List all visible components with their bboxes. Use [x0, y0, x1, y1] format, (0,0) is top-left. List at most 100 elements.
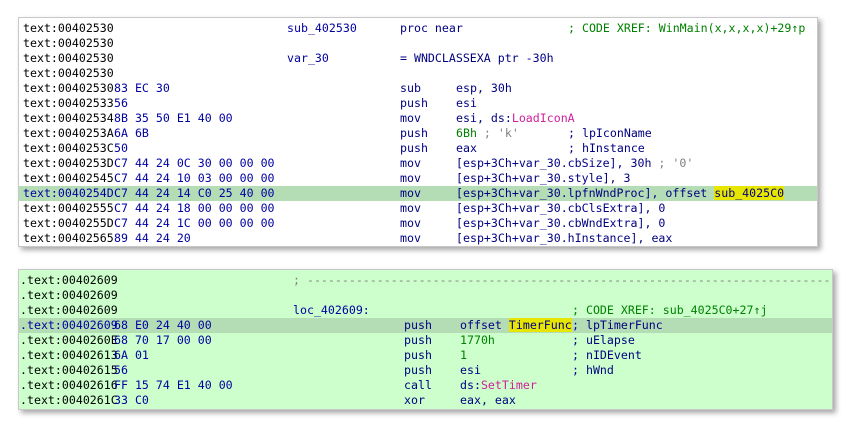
address: .text:0040260E — [20, 333, 118, 347]
address: text:00402534 — [23, 111, 114, 125]
opcode-bytes: 6A 6B — [114, 126, 149, 140]
operand-text: 6Bh — [456, 126, 477, 140]
opcode-bytes: 89 44 24 20 — [114, 231, 191, 245]
label[interactable]: sub_402530 — [287, 21, 357, 36]
disasm-line[interactable]: .text:00402609 — [19, 288, 832, 303]
disasm-line[interactable]: text:0040255D C7 44 24 1C 00 00 00 00 mov [… — [19, 216, 817, 231]
disassembly-panel-bottom[interactable]: .text:00402609 ; ------------------------… — [18, 269, 833, 410]
disasm-line[interactable]: text:00402545 C7 44 24 10 03 00 00 00 mov [… — [19, 171, 817, 186]
disasm-line[interactable]: text:0040253C 50 push eax ; hInstance — [19, 141, 817, 156]
operands[interactable]: eax — [456, 141, 477, 156]
operands[interactable]: 1 — [460, 348, 467, 363]
disasm-line[interactable]: text:00402530 83 EC 30 sub esp, 30h — [19, 81, 817, 96]
operand-text: offset — [460, 318, 509, 332]
label[interactable]: var_30 — [287, 51, 329, 66]
address: text:00402530 — [23, 81, 114, 95]
mnemonic: push — [404, 363, 432, 377]
import-name[interactable]: LoadIconA — [512, 111, 575, 125]
address: text:00402555 — [23, 201, 114, 215]
address: .text:00402609 — [20, 303, 118, 317]
operand-text: 1770h — [460, 333, 495, 347]
disassembly-panel-top[interactable]: text:00402530 sub_402530 proc near ; CODE X… — [18, 17, 818, 247]
opcode-bytes: C7 44 24 14 C0 25 40 00 — [114, 186, 275, 200]
address: text:00402530 — [23, 21, 114, 35]
disasm-line[interactable]: text:0040254D C7 44 24 14 C0 25 40 00 mov [… — [19, 186, 817, 201]
label[interactable]: loc_402609: — [293, 303, 370, 318]
operands[interactable]: [esp+3Ch+var_30.hInstance], eax — [456, 231, 672, 246]
operand-text: [esp+3Ch+var_30.cbSize], 30h — [456, 156, 652, 170]
opcode-bytes: C7 44 24 1C 00 00 00 00 — [114, 216, 275, 230]
opcode-bytes: C7 44 24 18 00 00 00 00 — [114, 201, 275, 215]
disasm-line[interactable]: .text:00402609 68 E0 24 40 00 push offset T… — [19, 318, 832, 333]
address: text:00402533 — [23, 96, 114, 110]
inline-comment: ; 'k' — [476, 126, 519, 140]
operands[interactable]: offset TimerFunc — [460, 318, 572, 333]
operands[interactable]: [esp+3Ch+var_30.style], 3 — [456, 171, 631, 186]
address: .text:00402609 — [20, 288, 118, 302]
import-name[interactable]: SetTimer — [481, 378, 537, 392]
mnemonic: push — [404, 333, 432, 347]
operand-text: [esp+3Ch+var_30.lpfnWndProc], offset — [456, 186, 715, 200]
operand-text: esp, 30h — [456, 81, 512, 95]
disasm-line[interactable]: .text:00402615 56 push esi ; hWnd — [19, 363, 832, 378]
highlighted-identifier[interactable]: TimerFunc — [508, 318, 572, 332]
inline-comment: ; '0' — [651, 156, 694, 170]
operand-text: [esp+3Ch+var_30.cbWndExtra], 0 — [456, 216, 666, 230]
operands[interactable]: 1770h — [460, 333, 495, 348]
mnemonic: sub — [400, 81, 421, 95]
disasm-line[interactable]: text:00402530 sub_402530 proc near ; CODE X… — [19, 21, 817, 36]
operands[interactable]: [esp+3Ch+var_30.cbSize], 30h ; '0' — [456, 156, 693, 171]
operands[interactable]: esi — [460, 363, 481, 378]
opcode-bytes: 50 — [114, 141, 128, 155]
disasm-line[interactable]: .text:0040260E 68 70 17 00 00 push 1770h ; u… — [19, 333, 832, 348]
disasm-line[interactable]: text:00402530 — [19, 66, 817, 81]
operands[interactable]: esp, 30h — [456, 81, 512, 96]
opcode-bytes: C7 44 24 0C 30 00 00 00 — [114, 156, 275, 170]
separator: ; --------------------------------------… — [293, 273, 831, 287]
mnemonic: mov — [400, 201, 421, 215]
operands[interactable]: ds:SetTimer — [460, 378, 537, 393]
disasm-line[interactable]: text:0040253A 6A 6B push 6Bh ; 'k' ; lpIconN… — [19, 126, 817, 141]
mnemonic: mov — [400, 231, 421, 245]
disasm-line[interactable]: .text:00402609 ; ------------------------… — [19, 273, 832, 288]
mnemonic: mov — [400, 111, 421, 125]
mnemonic: xor — [404, 393, 425, 407]
operands[interactable]: esi, ds:LoadIconA — [456, 111, 575, 126]
address: text:00402530 — [23, 51, 114, 65]
opcode-bytes: FF 15 74 E1 40 00 — [114, 378, 233, 392]
highlighted-identifier[interactable]: sub_4025C0 — [714, 186, 785, 200]
operand-text: [esp+3Ch+var_30.style], 3 — [456, 171, 631, 185]
address: .text:00402615 — [20, 363, 118, 377]
address: text:0040254D — [23, 186, 114, 200]
operands[interactable]: [esp+3Ch+var_30.cbWndExtra], 0 — [456, 216, 665, 231]
operands[interactable]: esi — [456, 96, 477, 111]
address: text:0040255D — [23, 216, 114, 230]
disasm-line[interactable]: .text:00402616 FF 15 74 E1 40 00 call ds:Se… — [19, 378, 832, 393]
operand-text: esi — [456, 96, 477, 110]
address: text:0040253D — [23, 156, 114, 170]
operands[interactable]: eax, eax — [460, 393, 516, 408]
disasm-line[interactable]: text:00402533 56 push esi — [19, 96, 817, 111]
opcode-bytes: 56 — [114, 363, 128, 377]
disasm-line[interactable]: text:00402565 89 44 24 20 mov [esp+3Ch+var_… — [19, 231, 817, 246]
disasm-line[interactable]: text:00402534 8B 35 50 E1 40 00 mov esi, ds… — [19, 111, 817, 126]
address: text:00402530 — [23, 66, 114, 80]
comment: ; CODE XREF: WinMain(x,x,x,x)+29↑p — [568, 21, 806, 35]
disasm-line[interactable]: text:00402530 — [19, 36, 817, 51]
address: text:00402565 — [23, 231, 114, 245]
comment: ; CODE XREF: sub_4025C0+27↑j — [572, 303, 768, 317]
disasm-line[interactable]: .text:00402613 6A 01 push 1 ; nIDEvent — [19, 348, 832, 363]
opcode-bytes: 68 E0 24 40 00 — [114, 318, 212, 332]
opcode-bytes: 33 C0 — [114, 393, 149, 407]
disasm-line[interactable]: .text:00402609 loc_402609: ; CODE XREF: su… — [19, 303, 832, 318]
mnemonic: push — [400, 96, 428, 110]
address: .text:00402616 — [20, 378, 118, 392]
mnemonic: proc near — [400, 21, 463, 35]
disasm-line[interactable]: text:0040253D C7 44 24 0C 30 00 00 00 mov [… — [19, 156, 817, 171]
operands[interactable]: [esp+3Ch+var_30.cbClsExtra], 0 — [456, 201, 665, 216]
disasm-line[interactable]: text:00402555 C7 44 24 18 00 00 00 00 mov [… — [19, 201, 817, 216]
operands[interactable]: [esp+3Ch+var_30.lpfnWndProc], offset sub… — [456, 186, 785, 201]
disasm-line[interactable]: text:00402530 var_30 = WNDCLASSEXA ptr -30… — [19, 51, 817, 66]
operands[interactable]: 6Bh ; 'k' — [456, 126, 519, 141]
disasm-line[interactable]: .text:0040261C 33 C0 xor eax, eax — [19, 393, 832, 408]
